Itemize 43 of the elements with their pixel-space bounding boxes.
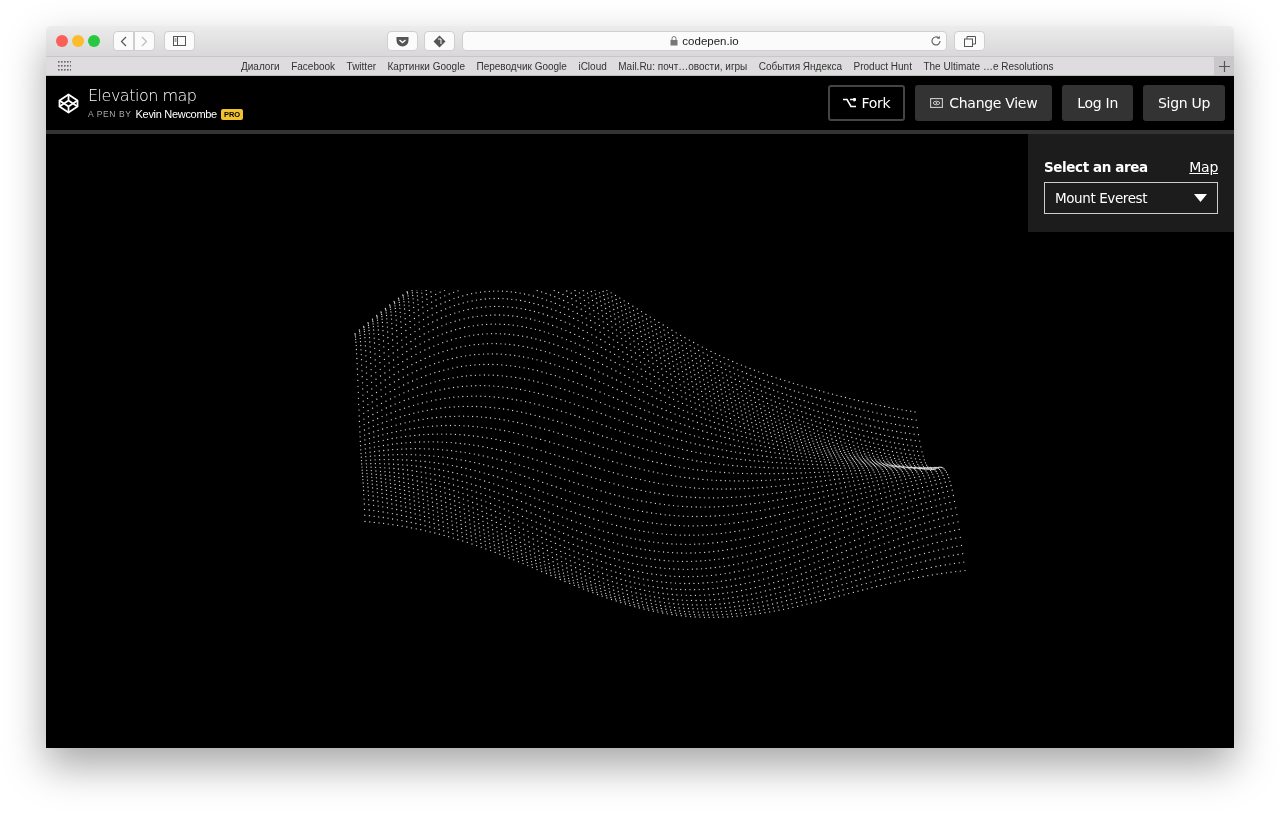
extension-button[interactable] xyxy=(424,31,455,51)
pocket-button[interactable] xyxy=(387,31,418,51)
sidebar-button[interactable] xyxy=(164,31,195,51)
bookmark-link[interactable]: Переводчик Google xyxy=(476,60,567,72)
bookmark-link[interactable]: iCloud xyxy=(578,60,607,72)
header-button[interactable]: Log In xyxy=(1062,85,1133,121)
cube-logo-icon[interactable] xyxy=(58,92,79,114)
map-link[interactable]: Map xyxy=(1189,159,1218,175)
byline: A PEN BY xyxy=(88,109,132,119)
reload-icon[interactable] xyxy=(930,35,942,47)
bookmark-link[interactable]: Twitter xyxy=(346,60,377,72)
bookmark-link[interactable]: События Яндекса xyxy=(758,60,843,72)
plus-icon xyxy=(1218,60,1230,72)
chevron-left-icon xyxy=(120,35,127,47)
tabs-icon xyxy=(963,35,976,47)
caret-icon xyxy=(1194,194,1207,202)
address-field[interactable]: codepen.io xyxy=(462,31,947,51)
grid-icon[interactable] xyxy=(58,61,71,71)
bookmark-link[interactable]: Mail.Ru: почт…овости, игры xyxy=(618,60,748,72)
bookmark-link[interactable]: The Ultimate …e Resolutions xyxy=(923,60,1054,72)
screen-eye-icon xyxy=(930,98,944,108)
select-label: Select an area xyxy=(1044,159,1148,175)
header-button[interactable]: Sign Up xyxy=(1142,85,1225,121)
add-button[interactable] xyxy=(1214,57,1234,75)
header-button[interactable]: Change View xyxy=(915,85,1053,121)
chevron-right-icon xyxy=(141,35,148,47)
area-select[interactable]: Mount Everest xyxy=(1044,182,1218,214)
back-button[interactable] xyxy=(113,31,134,51)
tabs-button[interactable] xyxy=(954,31,985,51)
pen-title: Elevation map xyxy=(88,86,198,105)
sidebar-icon xyxy=(173,36,186,46)
author-link[interactable]: Kevin Newcombe xyxy=(135,108,217,120)
close-button[interactable] xyxy=(56,35,68,47)
bookmark-link[interactable]: Facebook xyxy=(291,60,336,72)
fork-icon xyxy=(842,98,856,108)
lock-icon xyxy=(670,36,679,46)
pocket-icon xyxy=(396,35,409,47)
bookmark-link[interactable]: Картинки Google xyxy=(387,60,465,72)
address-text: codepen.io xyxy=(682,35,739,47)
bookmark-link[interactable]: Product Hunt xyxy=(853,60,912,72)
bookmark-link[interactable]: Диалоги xyxy=(241,60,280,72)
fork-button[interactable]: Fork xyxy=(827,85,906,121)
diamond-icon xyxy=(433,34,446,48)
